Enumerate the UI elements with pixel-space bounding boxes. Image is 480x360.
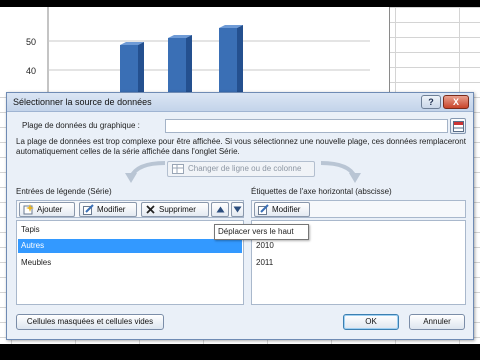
list-item-selected[interactable]: Autres: [18, 239, 242, 253]
move-up-button[interactable]: [211, 202, 229, 217]
edit-icon: [83, 204, 94, 215]
add-series-label: Ajouter: [37, 205, 63, 214]
move-down-button[interactable]: [231, 202, 244, 217]
delete-series-label: Supprimer: [159, 205, 196, 214]
bottom-letterbox: [0, 344, 480, 360]
add-icon: [23, 204, 34, 215]
axis-labels-title: Étiquettes de l'axe horizontal (abscisse…: [251, 187, 392, 196]
range-label: Plage de données du graphique :: [22, 121, 140, 130]
triangle-up-icon: [216, 206, 224, 213]
legend-series-list[interactable]: Tapis Autres Meubles: [16, 220, 244, 305]
edit-icon: [258, 204, 269, 215]
add-series-button[interactable]: Ajouter: [19, 202, 75, 217]
info-text: La plage de données est trop complexe po…: [16, 137, 466, 156]
edit-series-label: Modifier: [97, 205, 126, 214]
axis-toolbar: Modifier: [251, 200, 466, 218]
curved-arrow-left-icon: [125, 161, 166, 183]
legend-toolbar: Ajouter Modifier Supprimer: [16, 200, 244, 218]
curved-arrow-right-icon: [320, 161, 361, 183]
chart-bar: [168, 35, 192, 92]
select-data-source-dialog: Sélectionner la source de données ? X Pl…: [6, 92, 474, 340]
list-item[interactable]: Meubles: [18, 256, 242, 270]
legend-entries-title: Entrées de légende (Série): [16, 187, 112, 196]
dialog-title: Sélectionner la source de données: [13, 97, 152, 107]
triangle-down-icon: [233, 206, 242, 213]
edit-axis-labels-label: Modifier: [272, 205, 301, 214]
collapse-dialog-button[interactable]: [450, 118, 466, 134]
close-button[interactable]: X: [443, 95, 469, 109]
chart-bar: [219, 25, 243, 92]
list-item[interactable]: Tapis: [18, 223, 242, 237]
dialog-titlebar[interactable]: Sélectionner la source de données ? X: [7, 93, 473, 112]
delete-series-button[interactable]: Supprimer: [141, 202, 209, 217]
y-tick-50: 50: [26, 37, 36, 47]
edit-axis-labels-button[interactable]: Modifier: [254, 202, 310, 217]
switch-icon: [172, 164, 184, 174]
edit-series-button[interactable]: Modifier: [79, 202, 137, 217]
switch-row-column-label: Changer de ligne ou de colonne: [188, 164, 302, 173]
ok-button[interactable]: OK: [343, 314, 399, 330]
chart-preview: 50 40: [0, 7, 390, 92]
chart-svg: 50 40: [26, 7, 370, 92]
move-up-tooltip: Déplacer vers le haut: [214, 224, 309, 240]
cancel-button[interactable]: Annuler: [409, 314, 465, 330]
list-item[interactable]: 2010: [253, 239, 464, 253]
top-letterbox: [0, 0, 480, 7]
hidden-empty-cells-button[interactable]: Cellules masquées et cellules vides: [16, 314, 164, 330]
help-button[interactable]: ?: [421, 95, 441, 109]
delete-icon: [146, 205, 155, 214]
chart-bar: [120, 42, 144, 92]
chart-data-range-input[interactable]: [165, 119, 448, 133]
range-picker-icon: [453, 121, 464, 132]
list-item[interactable]: 2011: [253, 256, 464, 270]
y-tick-40: 40: [26, 66, 36, 76]
switch-row-column-button[interactable]: Changer de ligne ou de colonne: [167, 161, 315, 177]
